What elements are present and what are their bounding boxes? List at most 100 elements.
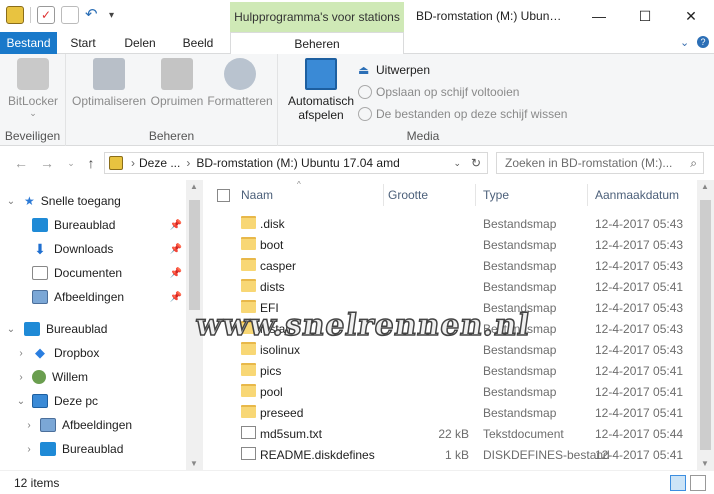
folder-icon (241, 405, 256, 418)
forward-arrow-icon[interactable]: → (38, 152, 56, 174)
file-date: 12-4-2017 05:43 (595, 216, 684, 231)
file-row[interactable]: boot Bestandsmap 12-4-2017 05:43 (205, 234, 697, 255)
cleanup-button[interactable]: Opruimen (148, 58, 206, 108)
folder-icon (241, 237, 256, 250)
scroll-down-arrow-icon[interactable]: ▼ (701, 459, 709, 468)
nav-item-label: Afbeeldingen (54, 290, 125, 304)
file-name: README.diskdefines (260, 447, 375, 462)
minimize-button[interactable]: — (576, 0, 622, 32)
nav-item-label: Bureaublad (54, 218, 116, 232)
tab-manage[interactable]: Beheren (230, 32, 404, 55)
column-header-date[interactable]: Aanmaakdatum (595, 180, 679, 210)
file-row[interactable]: README.diskdefines 1 kB DISKDEFINES-bestan… (205, 444, 697, 465)
nav-item-pc-desktop[interactable]: › Bureaublad (0, 438, 186, 460)
nav-item-user[interactable]: › Willem (0, 366, 186, 388)
column-header-name[interactable]: Naam (241, 180, 273, 210)
expanded-chevron-icon[interactable]: ⌄ (4, 324, 18, 335)
nav-item-desktop-root[interactable]: ⌄ Bureaublad (0, 318, 186, 340)
scroll-up-arrow-icon[interactable]: ▲ (701, 182, 709, 191)
file-row[interactable]: pics Bestandsmap 12-4-2017 05:41 (205, 360, 697, 381)
back-arrow-icon[interactable]: ← (12, 152, 30, 174)
tab-start[interactable]: Start (60, 32, 106, 54)
expanded-chevron-icon[interactable]: ⌄ (14, 396, 28, 407)
folder-icon (241, 342, 256, 355)
drive-icon[interactable] (6, 6, 24, 24)
expand-ribbon-button[interactable]: ⌄ (680, 36, 689, 49)
up-arrow-icon[interactable]: ↑ (82, 152, 100, 174)
nav-item-dropbox[interactable]: › ◆ Dropbox (0, 342, 186, 364)
pictures-icon (32, 290, 48, 304)
scroll-up-arrow-icon[interactable]: ▲ (190, 182, 198, 191)
collapsed-chevron-icon[interactable]: › (14, 372, 28, 383)
documents-icon (32, 266, 48, 280)
optimize-button[interactable]: Optimaliseren (72, 58, 146, 108)
finish-burning-button[interactable]: Opslaan op schijf voltooien (358, 85, 519, 99)
scroll-down-arrow-icon[interactable]: ▼ (190, 459, 198, 468)
file-row[interactable]: dists Bestandsmap 12-4-2017 05:41 (205, 276, 697, 297)
customize-toolbar-icon[interactable]: ▾ (109, 10, 114, 21)
column-divider[interactable] (383, 184, 384, 206)
new-folder-icon[interactable] (61, 6, 79, 24)
nav-item-quick-access[interactable]: ⌄ ★ Snelle toegang (0, 190, 186, 212)
nav-item-label: Afbeeldingen (62, 418, 133, 432)
collapsed-chevron-icon[interactable]: › (14, 348, 28, 359)
file-name: casper (260, 258, 297, 273)
folder-icon (241, 363, 256, 376)
file-list-scrollbar-thumb[interactable] (700, 200, 711, 450)
address-dropdown-icon[interactable]: ⌄ (453, 158, 461, 169)
collapsed-chevron-icon[interactable]: › (22, 420, 36, 431)
nav-item-pc-pictures[interactable]: › Afbeeldingen (0, 414, 186, 436)
nav-scrollbar-thumb[interactable] (189, 200, 200, 310)
nav-item-pictures[interactable]: Afbeeldingen 📌 (0, 286, 186, 308)
column-header-type[interactable]: Type (483, 180, 509, 210)
column-divider[interactable] (475, 184, 476, 206)
close-button[interactable]: ✕ (668, 0, 714, 32)
search-input[interactable]: Zoeken in BD-romstation (M:)... ⌕ (496, 152, 704, 174)
watermark: www.snelrennen.nl (193, 307, 534, 344)
help-button[interactable]: ? (697, 36, 709, 48)
nav-item-desktop[interactable]: Bureaublad 📌 (0, 214, 186, 236)
maximize-button[interactable]: ☐ (622, 0, 668, 32)
folder-icon (241, 258, 256, 271)
autoplay-button[interactable]: Automatisch afspelen (284, 58, 358, 122)
drive-icon (109, 156, 123, 170)
eject-button[interactable]: ⏏ Uitwerpen (358, 63, 430, 77)
select-all-checkbox[interactable] (217, 180, 230, 210)
eject-icon: ⏏ (358, 63, 370, 77)
nav-item-downloads[interactable]: ⬇ Downloads 📌 (0, 238, 186, 260)
format-button[interactable]: Formatteren (206, 58, 274, 108)
file-row[interactable]: pool Bestandsmap 12-4-2017 05:41 (205, 381, 697, 402)
undo-icon[interactable]: ↶ (85, 6, 103, 24)
recent-locations-icon[interactable]: ⌄ (62, 152, 80, 174)
large-icons-view-icon[interactable] (690, 475, 706, 491)
nav-item-this-pc[interactable]: ⌄ Deze pc (0, 390, 186, 412)
collapsed-chevron-icon[interactable]: › (22, 444, 36, 455)
file-type: Bestandsmap (483, 405, 557, 420)
erase-disc-button[interactable]: De bestanden op deze schijf wissen (358, 107, 567, 121)
tab-file[interactable]: Bestand (0, 32, 57, 54)
breadcrumb-separator: › (186, 156, 191, 170)
breadcrumb-drive[interactable]: BD-romstation (M:) Ubuntu 17.04 amd (196, 156, 399, 170)
nav-item-documents[interactable]: Documenten 📌 (0, 262, 186, 284)
file-list-scrollbar[interactable]: ▲ ▼ (697, 180, 714, 470)
tab-share[interactable]: Delen (112, 32, 168, 54)
pin-icon: 📌 (169, 243, 182, 255)
file-row[interactable]: casper Bestandsmap 12-4-2017 05:43 (205, 255, 697, 276)
file-row[interactable]: .disk Bestandsmap 12-4-2017 05:43 (205, 213, 697, 234)
format-label: Formatteren (207, 94, 273, 108)
address-bar[interactable]: › Deze ... › BD-romstation (M:) Ubuntu 1… (104, 152, 488, 174)
nav-item-label: Bureaublad (62, 442, 124, 456)
group-label: Beheren (148, 129, 195, 143)
desktop-icon (32, 218, 48, 232)
column-divider[interactable] (587, 184, 588, 206)
bitlocker-button[interactable]: BitLocker ⌄ (6, 58, 60, 119)
refresh-icon[interactable]: ↻ (471, 156, 481, 170)
properties-icon[interactable]: ✓ (37, 6, 55, 24)
file-row[interactable]: preseed Bestandsmap 12-4-2017 05:41 (205, 402, 697, 423)
expanded-chevron-icon[interactable]: ⌄ (4, 196, 18, 207)
details-view-icon[interactable] (670, 475, 686, 491)
file-row[interactable]: md5sum.txt 22 kB Tekstdocument 12-4-2017 05… (205, 423, 697, 444)
column-header-size[interactable]: Grootte (388, 180, 428, 210)
breadcrumb-this-pc[interactable]: Deze ... (139, 156, 180, 170)
tab-view[interactable]: Beeld (170, 32, 226, 54)
